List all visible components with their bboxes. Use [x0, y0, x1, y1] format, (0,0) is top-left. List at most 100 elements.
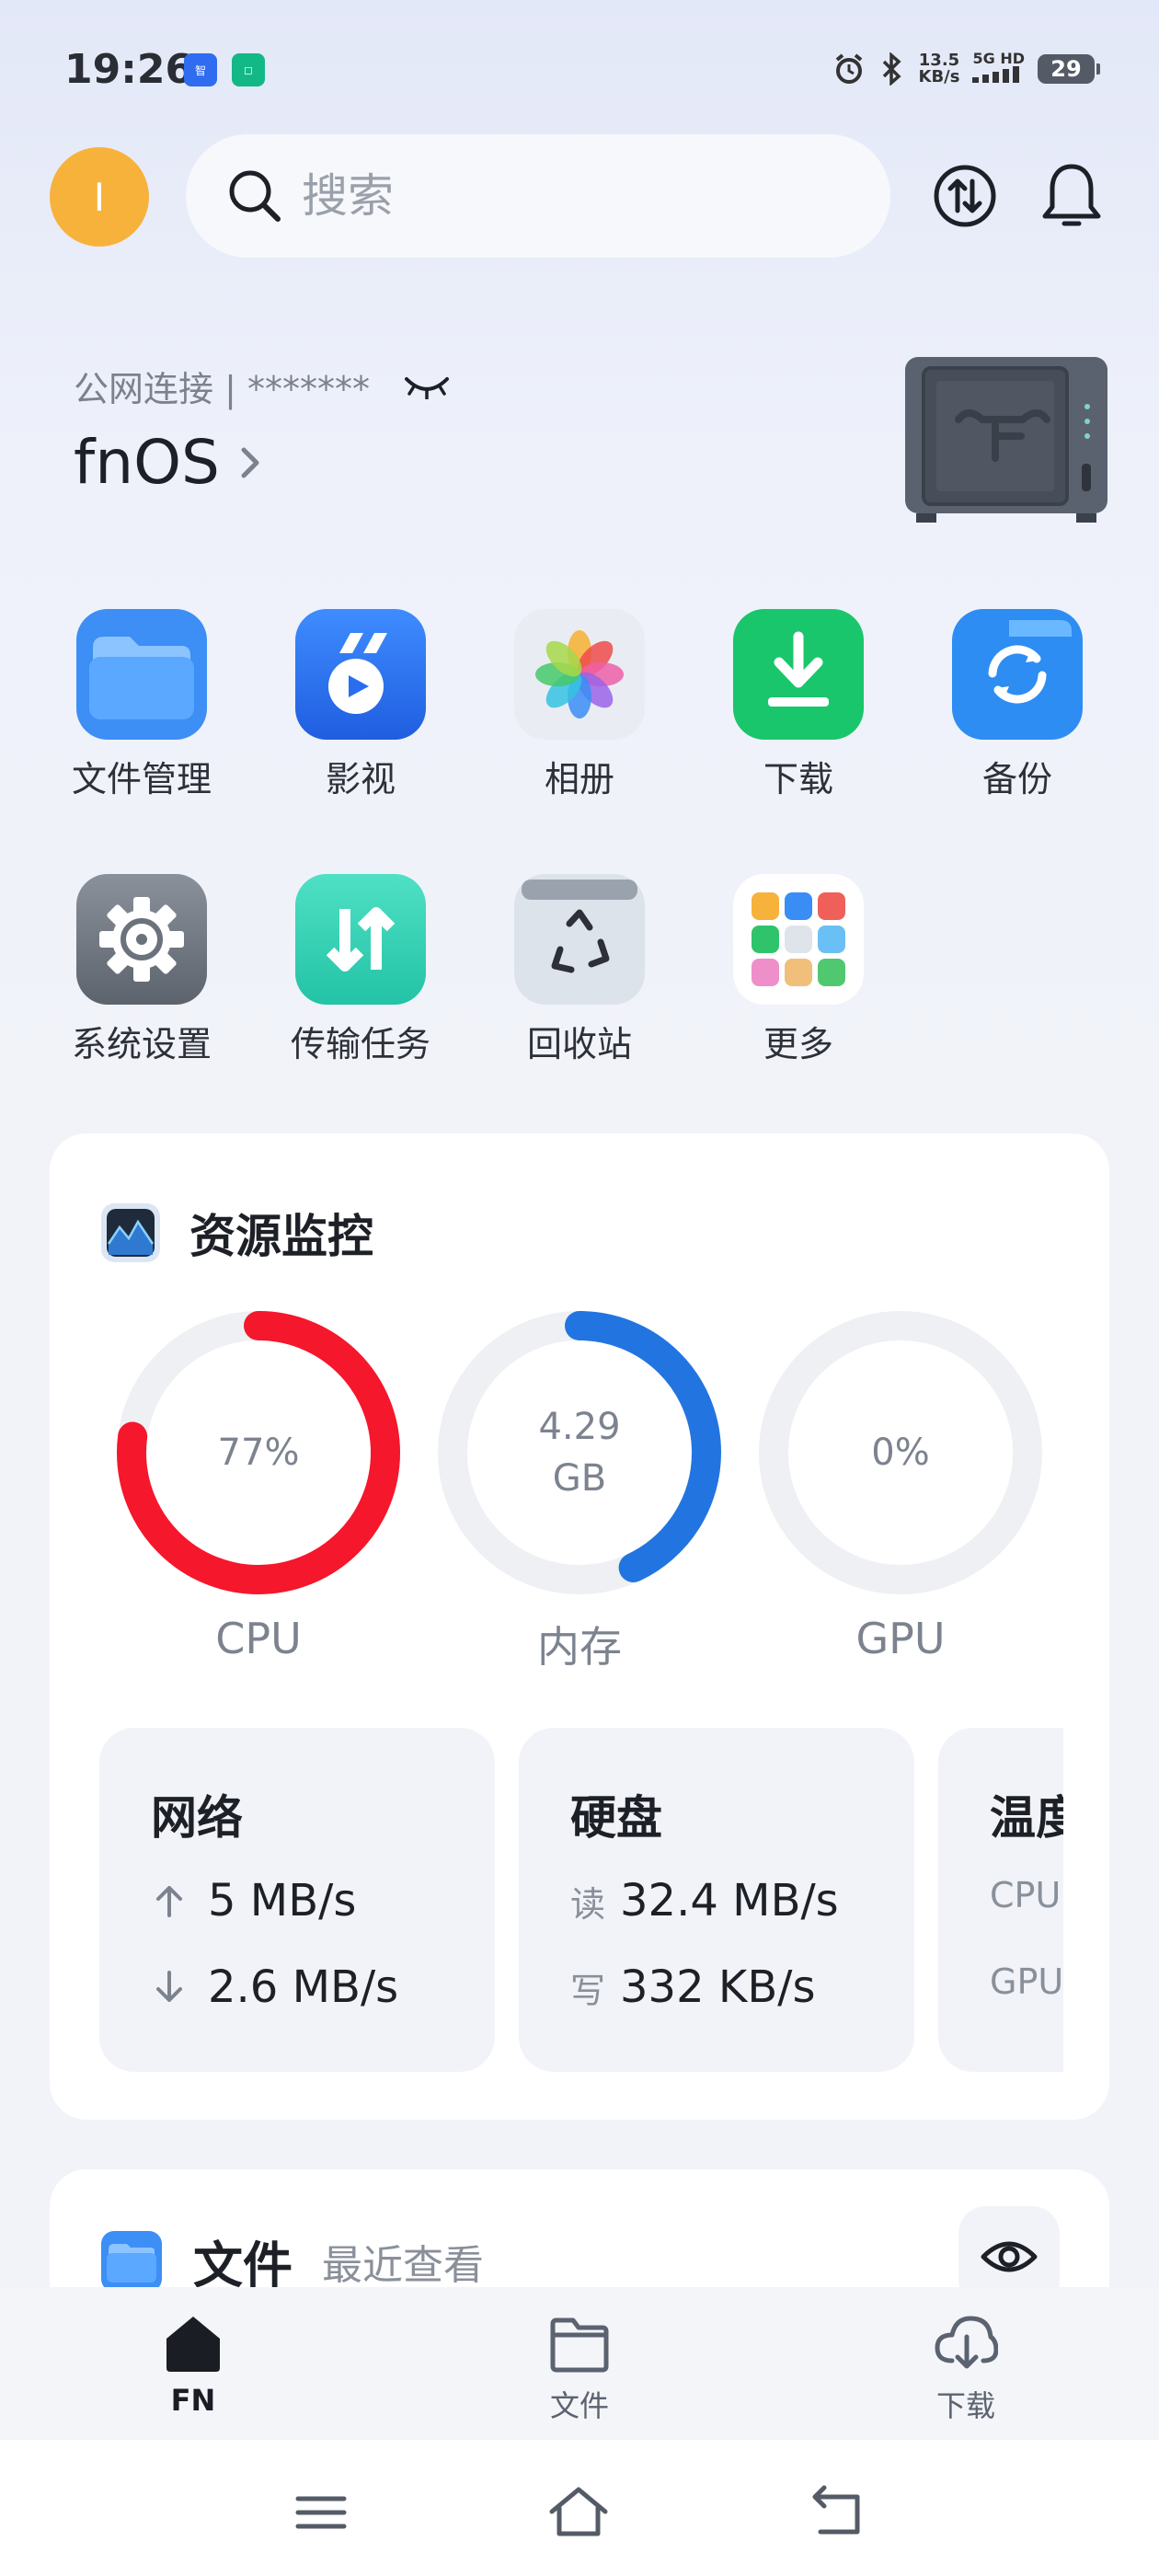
- eye-closed-icon[interactable]: [403, 374, 451, 399]
- gauge-value-line1: 0%: [871, 1432, 930, 1474]
- write-label: 写: [570, 1970, 606, 2011]
- app-transfer-tasks[interactable]: 传输任务: [278, 874, 443, 1066]
- mijia-app-icon: ◻: [232, 53, 265, 86]
- app-recycle-bin[interactable]: 回收站: [497, 874, 662, 1066]
- search-bar[interactable]: [186, 134, 890, 258]
- settings-icon: [76, 874, 207, 1005]
- transfer-icon: [934, 165, 996, 227]
- more-apps-icon: [733, 874, 864, 1005]
- avatar[interactable]: I: [50, 147, 149, 247]
- signal-indicator: 5G HD: [972, 52, 1025, 86]
- gauge-value-line1: 4.29: [538, 1406, 621, 1448]
- download-icon: [733, 609, 864, 740]
- net-speed: 13.5 KB/s: [919, 52, 960, 86]
- home-outline-icon[interactable]: [546, 2480, 611, 2545]
- monitor-chart-icon: [101, 1203, 160, 1262]
- video-icon: [295, 609, 426, 740]
- back-icon[interactable]: [804, 2480, 868, 2545]
- gauge-value-line1: 77%: [217, 1432, 300, 1474]
- app-label: 传输任务: [290, 1024, 430, 1064]
- nav-label: 文件: [549, 2388, 609, 2423]
- eye-icon: [981, 2241, 1038, 2272]
- status-time: 19:26: [64, 46, 194, 93]
- stats-carousel[interactable]: 网络 5 MB/s 2.6 MB/s 硬盘 读 32.4 MB/s 写 332 …: [99, 1728, 1063, 2072]
- disk-write-row: 写 332 KB/s: [570, 1961, 815, 2013]
- alarm-icon: [835, 52, 862, 84]
- gpu-gauge: 0% GPU: [758, 1310, 1043, 1663]
- resource-monitor-card[interactable]: 资源监控 77% CPU 4.29 GB 内存 0% GPU 网络 5 MB/s…: [50, 1133, 1109, 2120]
- app-settings[interactable]: 系统设置: [59, 874, 224, 1066]
- nav-label: FN: [170, 2383, 216, 2418]
- app-download[interactable]: 下载: [716, 609, 881, 801]
- net-speed-value: 13.5: [918, 50, 960, 70]
- menu-icon[interactable]: [289, 2480, 353, 2545]
- files-subtitle: 最近查看: [322, 2241, 484, 2289]
- upload-row: 5 MB/s: [151, 1875, 356, 1926]
- transfer-tasks-icon: [295, 874, 426, 1005]
- app-file-manager[interactable]: 文件管理: [59, 609, 224, 801]
- server-selector[interactable]: fnOS: [74, 427, 264, 498]
- read-label: 读: [570, 1883, 606, 1925]
- gpu-temp-label: GPU: [990, 1961, 1063, 2002]
- app-label: 文件管理: [71, 759, 212, 799]
- bell-icon: [1042, 164, 1101, 226]
- download-row: 2.6 MB/s: [151, 1961, 398, 2013]
- system-navigation-bar: [0, 2440, 1159, 2576]
- connection-text: 公网连接 | *******: [74, 369, 370, 409]
- download-speed: 2.6 MB/s: [208, 1961, 399, 2013]
- nav-files[interactable]: 文件: [488, 2311, 671, 2425]
- arrow-down-icon: [156, 1971, 182, 2002]
- cpu-temp-row: CPU: [990, 1875, 1063, 1915]
- read-speed: 32.4 MB/s: [620, 1875, 839, 1926]
- cloud-download-icon: [935, 2316, 998, 2369]
- recycle-bin-icon: [514, 874, 645, 1005]
- app-label: 系统设置: [71, 1024, 212, 1064]
- transfer-button[interactable]: [925, 156, 1004, 236]
- network-stat-card[interactable]: 网络 5 MB/s 2.6 MB/s: [99, 1728, 495, 2072]
- arrow-up-icon: [156, 1886, 182, 1917]
- search-icon: [229, 170, 281, 222]
- disk-stat-card[interactable]: 硬盘 读 32.4 MB/s 写 332 KB/s: [519, 1728, 914, 2072]
- folder-icon: [101, 2230, 162, 2292]
- app-label: 更多: [763, 1024, 833, 1064]
- disk-read-row: 读 32.4 MB/s: [570, 1875, 839, 1926]
- temperature-title: 温度: [990, 1791, 1063, 1845]
- bottom-navigation: FN 文件 下载: [0, 2287, 1159, 2440]
- signal-bars-icon: [972, 66, 1020, 83]
- folder-icon: [76, 609, 207, 740]
- net-speed-unit: KB/s: [918, 66, 960, 86]
- home-icon: [166, 2317, 220, 2372]
- search-input[interactable]: [302, 169, 817, 223]
- app-label: 备份: [981, 759, 1052, 799]
- write-speed: 332 KB/s: [620, 1961, 816, 2013]
- app-more[interactable]: 更多: [716, 874, 881, 1066]
- status-indicators: 13.5 KB/s 5G HD 29: [832, 52, 1100, 86]
- nav-label: 下载: [935, 2388, 995, 2423]
- gauge-label: CPU: [215, 1614, 302, 1663]
- app-label: 下载: [763, 759, 833, 799]
- cpu-gauge: 77% CPU: [116, 1310, 401, 1663]
- memory-gauge: 4.29 GB 内存: [437, 1310, 722, 1674]
- server-name: fnOS: [74, 427, 220, 498]
- notifications-button[interactable]: [1032, 156, 1111, 236]
- gpu-temp-row: GPU: [990, 1961, 1063, 2002]
- app-backup[interactable]: 备份: [935, 609, 1100, 801]
- bluetooth-icon: [882, 52, 901, 86]
- photos-icon: [514, 609, 645, 740]
- nas-device-image: [905, 357, 1107, 523]
- connection-status: 公网连接 | *******: [74, 361, 451, 411]
- status-bar: 19:26 智 ◻ 13.5 KB/s 5G HD 29: [0, 0, 1159, 138]
- cpu-gauge-value: 77%: [116, 1310, 401, 1595]
- nav-fn[interactable]: FN: [101, 2311, 285, 2418]
- nav-download[interactable]: 下载: [874, 2311, 1058, 2425]
- gauge-label: GPU: [855, 1614, 946, 1663]
- app-label: 相册: [544, 759, 614, 799]
- temperature-stat-card[interactable]: 温度 CPU GPU: [938, 1728, 1063, 2072]
- app-video[interactable]: 影视: [278, 609, 443, 801]
- app-photos[interactable]: 相册: [497, 609, 662, 801]
- monitor-header: 资源监控: [101, 1200, 373, 1266]
- memory-gauge-value: 4.29 GB: [437, 1310, 722, 1595]
- cpu-temp-label: CPU: [990, 1875, 1061, 1915]
- app-label: 影视: [325, 759, 396, 799]
- chevron-right-icon: [241, 447, 259, 477]
